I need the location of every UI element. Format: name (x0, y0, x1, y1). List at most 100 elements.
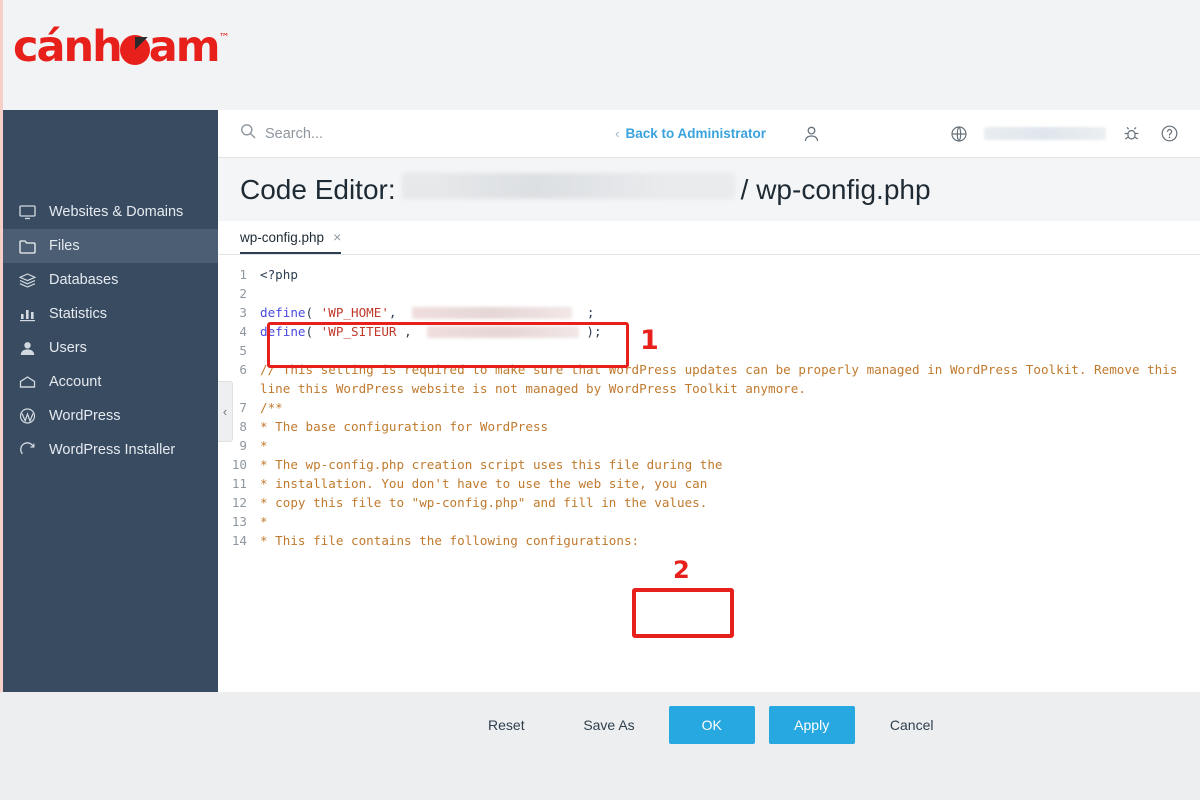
search-icon (240, 123, 256, 144)
editor-tabstrip: wp-config.php × (218, 221, 1200, 255)
line-content: * The wp-config.php creation script uses… (260, 457, 723, 472)
php-punct: ); (578, 324, 602, 339)
bug-icon[interactable] (1112, 119, 1150, 149)
line-number: 6 (239, 362, 247, 377)
sidebar-item-label: Websites & Domains (49, 204, 184, 220)
sidebar-item-databases[interactable]: Databases (3, 263, 218, 297)
plesk-app: Websites & Domains Files Databases Stati… (0, 110, 1200, 744)
code-editor-panel: wp-config.php × 1 <?php 2 3 define( 'WP_… (218, 221, 1200, 744)
bar-chart-icon (18, 305, 37, 324)
code-line: 3 define( 'WP_HOME', ; (218, 303, 1200, 322)
cancel-button[interactable]: Cancel (868, 706, 955, 744)
code-line: 6 // This setting is required to make su… (218, 360, 1200, 398)
brand-header: cánh am™ (0, 0, 1200, 110)
line-number: 10 (231, 457, 247, 472)
account-name-redacted (984, 127, 1106, 140)
sidebar-item-account[interactable]: Account (3, 365, 218, 399)
line-number: 2 (239, 286, 247, 301)
php-punct: ( (305, 305, 321, 320)
line-content: * (260, 438, 268, 453)
wp-home-url-redacted (411, 307, 572, 319)
line-content: * The base configuration for WordPress (260, 419, 549, 434)
toolbar-right: ‹ Back to Administrator (615, 119, 1200, 149)
top-toolbar: Search... ‹ Back to Administrator (218, 110, 1200, 158)
sidebar-item-label: Files (49, 238, 80, 254)
back-to-administrator-link[interactable]: ‹ Back to Administrator (615, 126, 766, 141)
sidebar-item-users[interactable]: Users (3, 331, 218, 365)
sidebar-item-websites-domains[interactable]: Websites & Domains (3, 195, 218, 229)
line-number: 14 (231, 533, 247, 548)
code-line: 12 * copy this file to "wp-config.php" a… (218, 493, 1200, 512)
php-keyword: define (260, 305, 306, 320)
sidebar-list: Websites & Domains Files Databases Stati… (3, 195, 218, 467)
logo-text-3: am (148, 22, 221, 72)
php-punct: ( (305, 324, 321, 339)
code-line: 8 * The base configuration for WordPress (218, 417, 1200, 436)
code-line: 13 * (218, 512, 1200, 531)
page-title-prefix: Code Editor: (240, 174, 396, 205)
page-title-suffix: / wp-config.php (740, 174, 931, 205)
user-icon (18, 339, 37, 358)
page-header: Code Editor: / wp-config.php (218, 158, 1200, 221)
php-punct: , (396, 324, 427, 339)
code-line: 11 * installation. You don't have to use… (218, 474, 1200, 493)
php-punct: ; (571, 305, 595, 320)
back-link-label: Back to Administrator (625, 126, 766, 141)
logo-text-2: ánh (36, 22, 123, 72)
php-string: 'WP_SITEUR (320, 324, 397, 339)
sidebar-item-wordpress-installer[interactable]: WordPress Installer (3, 433, 218, 467)
tab-wp-config-php[interactable]: wp-config.php × (240, 229, 342, 254)
line-number: 13 (231, 514, 247, 529)
line-content: /** (260, 400, 283, 415)
line-content: define( 'WP_SITEUR , ); (256, 322, 1200, 341)
close-icon[interactable]: × (333, 229, 341, 245)
wordpress-icon (18, 407, 37, 426)
sidebar: Websites & Domains Files Databases Stati… (3, 110, 218, 692)
annotation-marker-2: 2 (673, 556, 690, 584)
page-title-path-redacted (401, 173, 735, 199)
annotation-marker-1: 1 (640, 325, 659, 356)
line-content: * This file contains the following confi… (260, 533, 640, 548)
line-content: * copy this file to "wp-config.php" and … (260, 495, 708, 510)
code-line: 7 /** (218, 398, 1200, 417)
ok-button[interactable]: OK (668, 706, 755, 744)
sidebar-item-label: WordPress (49, 408, 121, 424)
user-icon[interactable] (792, 119, 830, 149)
line-content: // This setting is required to make sure… (260, 362, 1178, 396)
code-area[interactable]: 1 <?php 2 3 define( 'WP_HOME', ; 4 defin… (218, 265, 1200, 555)
sidebar-collapse-button[interactable]: ‹ (218, 381, 233, 442)
crown-icon (18, 373, 37, 392)
logo-text-1: c (13, 22, 38, 72)
sidebar-item-statistics[interactable]: Statistics (3, 297, 218, 331)
code-line: 10 * The wp-config.php creation script u… (218, 455, 1200, 474)
help-icon[interactable] (1150, 119, 1188, 149)
page-title: Code Editor: / wp-config.php (240, 173, 931, 206)
php-string: 'WP_HOME' (320, 305, 389, 320)
database-icon (18, 271, 37, 290)
installer-icon (18, 441, 37, 460)
globe-icon[interactable] (940, 119, 978, 149)
logo-pie-icon (119, 35, 150, 65)
line-number: 11 (231, 476, 247, 491)
search-input[interactable]: Search... (265, 126, 323, 142)
apply-button[interactable]: Apply (768, 706, 855, 744)
save-as-button[interactable]: Save As (563, 706, 655, 744)
line-number: 12 (231, 495, 247, 510)
monitor-icon (18, 203, 37, 222)
code-line: 1 <?php (218, 265, 1200, 284)
canheam-logo[interactable]: cánh am™ (13, 22, 230, 72)
code-line: 5 (218, 341, 1200, 360)
chevron-left-icon: ‹ (222, 404, 228, 419)
sidebar-item-files[interactable]: Files (3, 229, 218, 263)
sidebar-item-label: Users (49, 340, 87, 356)
line-content: * installation. You don't have to use th… (260, 476, 708, 491)
line-number: 3 (239, 305, 247, 320)
line-number: 4 (239, 324, 247, 339)
line-number: 5 (239, 343, 247, 358)
code-line: 2 (218, 284, 1200, 303)
folder-icon (18, 237, 37, 256)
search-box[interactable]: Search... (240, 123, 323, 144)
chevron-left-icon: ‹ (615, 126, 620, 141)
reset-button[interactable]: Reset (463, 706, 550, 744)
sidebar-item-wordpress[interactable]: WordPress (3, 399, 218, 433)
